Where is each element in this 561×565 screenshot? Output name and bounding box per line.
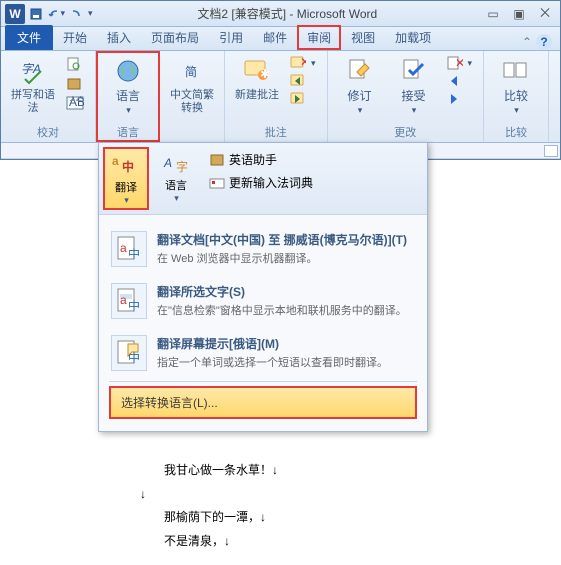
svg-text:中: 中 <box>128 350 140 365</box>
svg-text:✕: ✕ <box>455 56 463 70</box>
accept-icon <box>398 55 430 87</box>
compare-button[interactable]: 比较▾ <box>492 55 540 117</box>
tab-view[interactable]: 视图 <box>341 25 385 50</box>
chinese-convert-button[interactable]: 简 中文简繁 转换 <box>168 55 216 115</box>
svg-text:A: A <box>163 156 172 170</box>
choose-language-item[interactable]: 选择转换语言(L)... <box>109 386 417 419</box>
minimize-button[interactable]: ▭ <box>482 6 504 22</box>
save-icon[interactable] <box>27 5 45 23</box>
translate-doc-icon: a中 <box>111 231 147 267</box>
group-comments: ✱ 新建批注 ✕▾ 批注 <box>225 51 328 142</box>
update-ime-button[interactable]: 更新输入法词典 <box>205 172 317 193</box>
translate-screentip-item[interactable]: 中 翻译屏幕提示[俄语](M) 指定一个单词或选择一个短语以查看即时翻译。 <box>105 327 421 379</box>
research-icon[interactable] <box>63 55 87 73</box>
doc-line: 那榆荫下的一潭，↓ <box>140 507 561 529</box>
wordcount-icon[interactable]: ABC123 <box>63 95 87 111</box>
next-comment-icon[interactable] <box>287 91 319 107</box>
reject-icon[interactable]: ✕▾ <box>444 55 476 71</box>
svg-text:中: 中 <box>128 246 140 261</box>
ribbon: 字A 拼写和语法 ABC123 校对 语言▾ 语言 <box>1 51 560 143</box>
redo-icon[interactable] <box>67 5 85 23</box>
accept-button[interactable]: 接受▾ <box>390 55 438 117</box>
language-icon: A字 <box>160 149 192 177</box>
spelling-icon: 字A <box>17 55 49 87</box>
tab-addins[interactable]: 加载项 <box>385 25 441 50</box>
globe-icon <box>112 55 144 87</box>
svg-text:a: a <box>120 293 127 307</box>
svg-text:a: a <box>120 241 127 255</box>
word-icon[interactable]: W <box>5 4 25 24</box>
svg-text:a: a <box>112 154 119 168</box>
undo-icon[interactable]: ▾ <box>47 5 65 23</box>
translate-selection-item[interactable]: a中 翻译所选文字(S) 在"信息检索"窗格中显示本地和联机服务中的翻译。 <box>105 275 421 327</box>
spelling-button[interactable]: 字A 拼写和语法 <box>9 55 57 115</box>
doc-line: 不是清泉，↓ <box>140 531 561 553</box>
thesaurus-icon[interactable] <box>63 75 87 93</box>
ime-icon <box>209 176 225 190</box>
ribbon-tabs: 文件 开始 插入 页面布局 引用 邮件 审阅 视图 加载项 ⌃ ? <box>1 27 560 51</box>
prev-comment-icon[interactable] <box>287 73 319 89</box>
translate-document-item[interactable]: a中 翻译文档[中文(中国) 至 挪威语(博克马尔语)](T) 在 Web 浏览… <box>105 223 421 275</box>
group-chinese-convert: 简 中文简繁 转换 <box>160 51 225 142</box>
translate-sel-icon: a中 <box>111 283 147 319</box>
new-comment-icon: ✱ <box>241 55 273 87</box>
window-title: 文档2 [兼容模式] - Microsoft Word <box>93 5 482 22</box>
svg-text:123: 123 <box>69 96 84 104</box>
tab-file[interactable]: 文件 <box>5 25 53 50</box>
group-compare: 比较▾ 比较 <box>484 51 549 142</box>
tab-review[interactable]: 审阅 <box>297 25 341 50</box>
document-body[interactable]: 我甘心做一条水草！↓ ↓ 那榆荫下的一潭，↓ 不是清泉，↓ <box>0 460 561 552</box>
language-dropdown: a中 翻译 ▾ A字 语言 ▾ 英语助手 更新输入法词典 a中 翻译文档[中文(… <box>98 142 428 432</box>
window-controls: ▭ ▣ ⨉ <box>482 6 556 22</box>
separator <box>109 381 417 382</box>
maximize-button[interactable]: ▣ <box>508 6 530 22</box>
language-button[interactable]: 语言▾ <box>104 55 152 117</box>
svg-text:中: 中 <box>122 159 134 174</box>
tab-mailings[interactable]: 邮件 <box>253 25 297 50</box>
tab-references[interactable]: 引用 <box>209 25 253 50</box>
group-tracking: 修订▾ 接受▾ ✕▾ 更改 <box>328 51 485 142</box>
quick-access-toolbar: W ▾ ▾ <box>5 4 93 24</box>
translate-button[interactable]: a中 翻译 ▾ <box>103 147 149 210</box>
english-helper-button[interactable]: 英语助手 <box>205 149 317 170</box>
new-comment-button[interactable]: ✱ 新建批注 <box>233 55 281 102</box>
svg-text:简: 简 <box>185 65 197 79</box>
doc-line: 我甘心做一条水草！↓ <box>140 460 561 482</box>
delete-comment-icon[interactable]: ✕▾ <box>287 55 319 71</box>
svg-text:✕: ✕ <box>300 56 306 69</box>
book-icon <box>209 153 225 167</box>
chinese-convert-icon: 简 <box>176 55 208 87</box>
protect-button[interactable]: 保护▾ <box>557 55 561 117</box>
track-icon <box>344 55 376 87</box>
close-button[interactable]: ⨉ <box>534 6 556 22</box>
group-language: 语言▾ 语言 <box>96 51 160 142</box>
track-changes-button[interactable]: 修订▾ <box>336 55 384 117</box>
titlebar: W ▾ ▾ 文档2 [兼容模式] - Microsoft Word ▭ ▣ ⨉ <box>1 1 560 27</box>
svg-text:字: 字 <box>176 159 188 174</box>
svg-text:中: 中 <box>128 298 140 313</box>
doc-line: ↓ <box>140 484 561 506</box>
translate-icon: a中 <box>110 151 142 179</box>
tab-layout[interactable]: 页面布局 <box>141 25 209 50</box>
group-proofing: 字A 拼写和语法 ABC123 校对 <box>1 51 96 142</box>
next-change-icon[interactable] <box>444 91 476 107</box>
tab-insert[interactable]: 插入 <box>97 25 141 50</box>
help-icon[interactable]: ? <box>536 34 552 50</box>
translate-tip-icon: 中 <box>111 335 147 371</box>
prev-change-icon[interactable] <box>444 73 476 89</box>
group-protect: 保护▾ 保护 <box>549 51 561 142</box>
compare-icon <box>500 55 532 87</box>
minimize-ribbon-icon[interactable]: ⌃ <box>522 35 532 49</box>
ruler-toggle-icon[interactable] <box>544 145 558 157</box>
tab-home[interactable]: 开始 <box>53 25 97 50</box>
dd-language-button[interactable]: A字 语言 ▾ <box>153 147 199 210</box>
svg-text:✱: ✱ <box>260 67 270 81</box>
